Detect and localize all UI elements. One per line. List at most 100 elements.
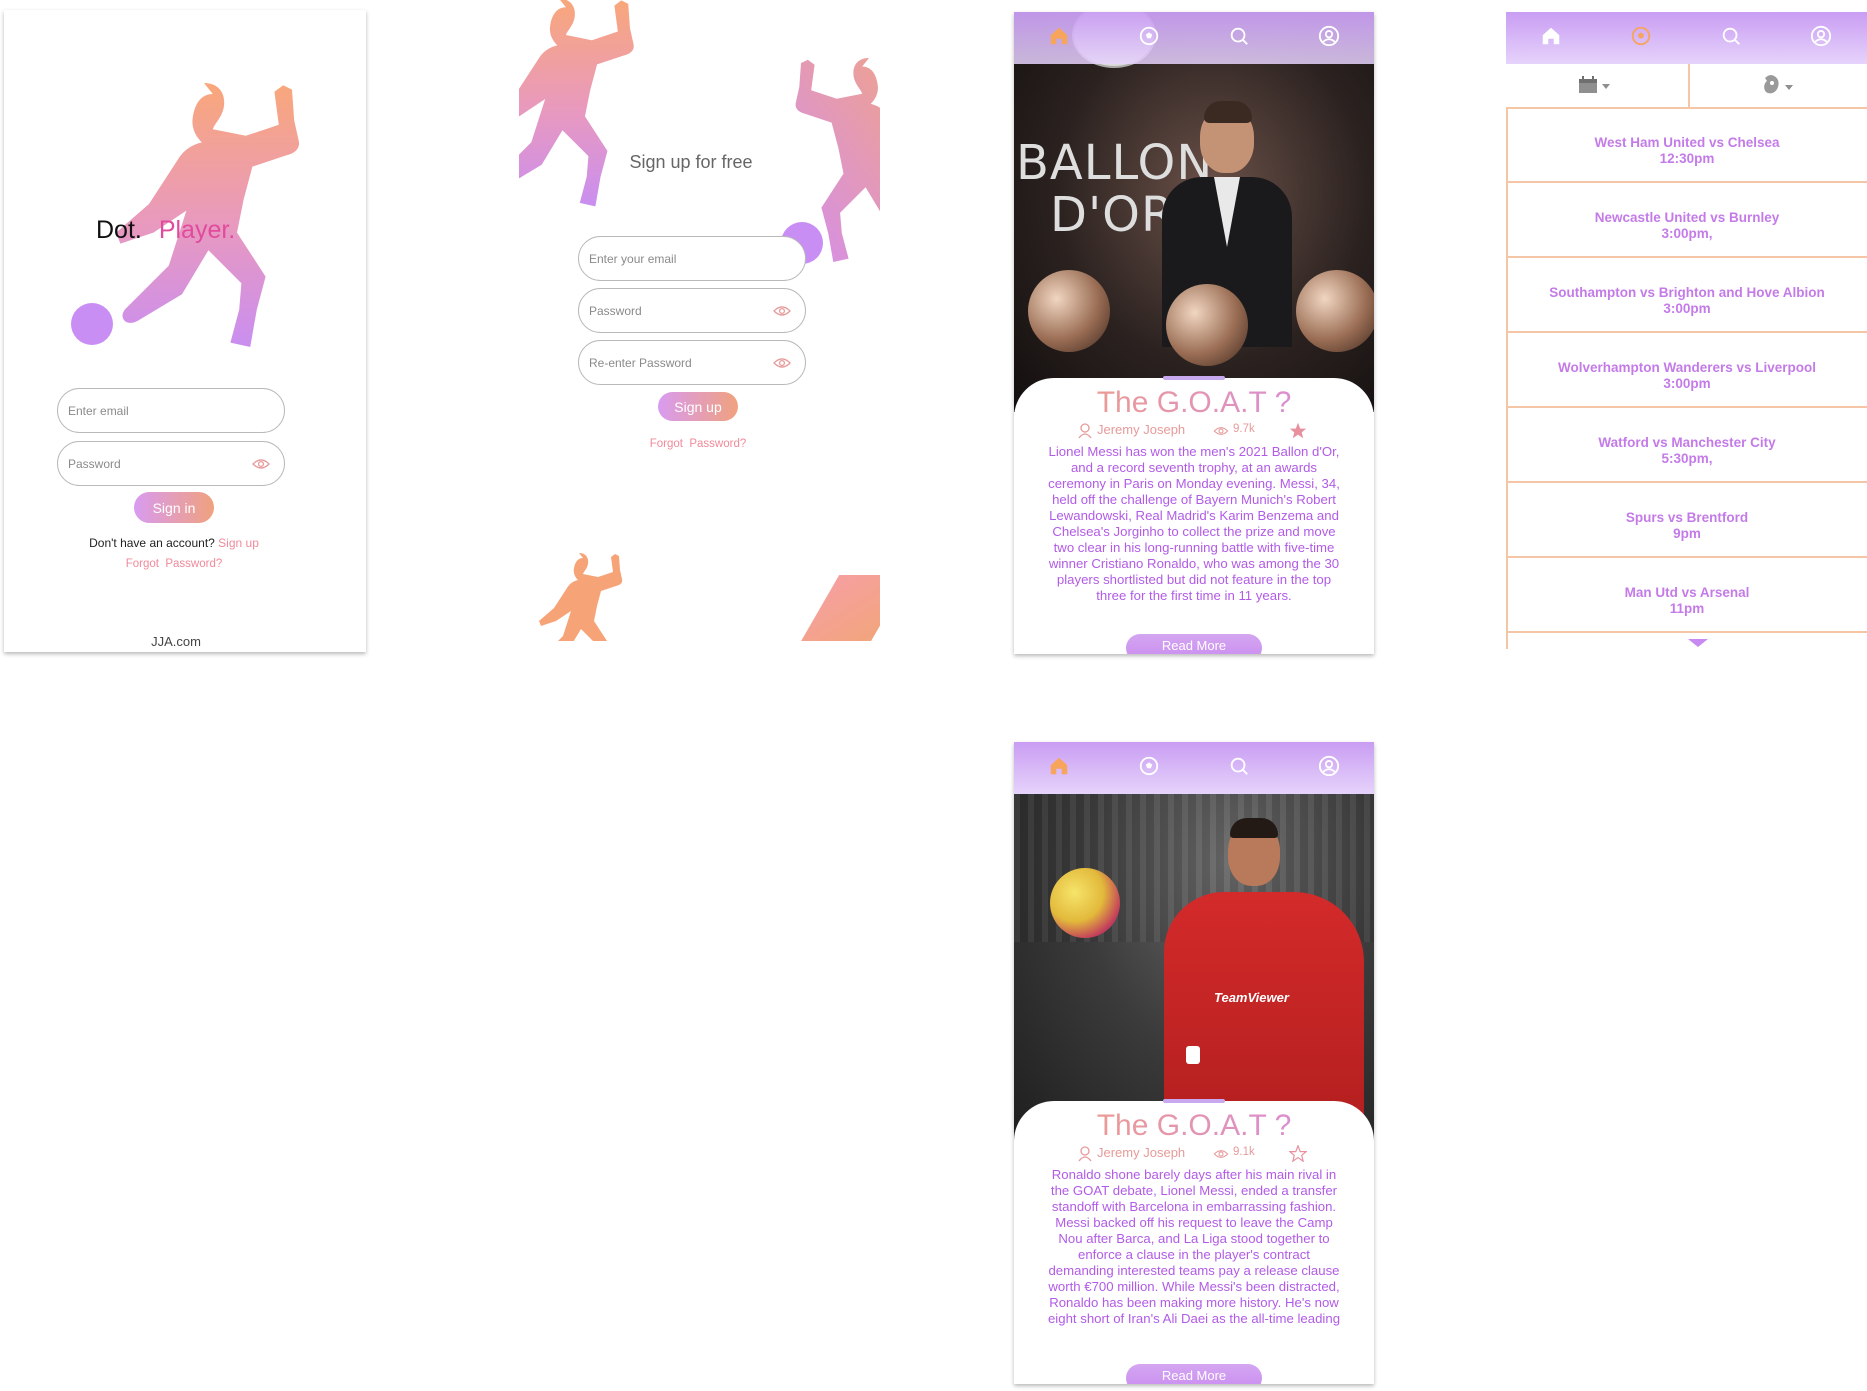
- signup-reenter-placeholder: Re-enter Password: [589, 355, 692, 370]
- article-body: Lionel Messi has won the men's 2021 Ball…: [1048, 444, 1340, 603]
- match-time: 12:30pm: [1659, 151, 1715, 166]
- match-teams: Southampton vs Brighton and Hove Albion: [1549, 285, 1825, 300]
- calendar-filter[interactable]: [1578, 76, 1611, 99]
- match-row[interactable]: West Ham United vs Chelsea 12:30pm: [1506, 109, 1867, 183]
- article-screen-ronaldo: TeamViewer The G.O.A.T ? Jeremy Joseph 9…: [1014, 742, 1374, 1384]
- read-more-button[interactable]: Read More: [1126, 1364, 1262, 1384]
- login-screen: Dot. Player. Enter email Password Sign i…: [4, 10, 366, 652]
- match-row[interactable]: Southampton vs Brighton and Hove Albion 3…: [1506, 259, 1867, 333]
- photo-ball: [1050, 868, 1120, 938]
- brand-word-player: Player.: [158, 216, 236, 244]
- signup-password-field[interactable]: Password: [578, 288, 806, 333]
- match-time: 9pm: [1673, 526, 1701, 541]
- orange-shape-bottom-right: [798, 575, 880, 641]
- fixtures-screen: West Ham United vs Chelsea 12:30pm Newcas…: [1506, 12, 1867, 652]
- match-row[interactable]: Spurs vs Brentford 9pm: [1506, 484, 1867, 558]
- football-icon[interactable]: [1630, 25, 1652, 47]
- sign-in-button[interactable]: Sign in: [134, 492, 214, 523]
- match-row[interactable]: Wolverhampton Wanderers vs Liverpool 3:00…: [1506, 334, 1867, 408]
- views-count: 9.1k: [1233, 1146, 1255, 1158]
- signup-reenter-field[interactable]: Re-enter Password: [578, 340, 806, 385]
- home-icon[interactable]: [1048, 755, 1070, 777]
- jersey-sponsor: TeamViewer: [1214, 990, 1289, 1005]
- filter-bar: [1506, 64, 1867, 109]
- password-placeholder: Password: [68, 456, 121, 471]
- profile-icon[interactable]: [1810, 25, 1832, 47]
- top-nav-bar: [1014, 742, 1374, 794]
- sign-up-button[interactable]: Sign up: [658, 392, 738, 421]
- views-count: 9.7k: [1233, 423, 1255, 435]
- star-outline-icon[interactable]: [1289, 1145, 1307, 1162]
- sign-up-link[interactable]: Sign up: [218, 536, 259, 550]
- chevron-down-icon: [1785, 85, 1794, 90]
- match-row[interactable]: Newcastle United vs Burnley 3:00pm,: [1506, 184, 1867, 258]
- match-time: 3:00pm: [1663, 376, 1711, 391]
- home-icon[interactable]: [1540, 25, 1562, 47]
- signup-screen: Sign up for free Enter your email Passwo…: [519, 0, 880, 641]
- profile-icon[interactable]: [1318, 25, 1340, 47]
- eye-icon[interactable]: [773, 305, 791, 317]
- author-name[interactable]: Jeremy Joseph: [1097, 422, 1185, 437]
- search-icon[interactable]: [1228, 25, 1250, 47]
- no-account-text: Don't have an account?: [89, 536, 215, 550]
- signup-email-field[interactable]: Enter your email: [578, 236, 806, 281]
- match-row[interactable]: Man Utd vs Arsenal 11pm: [1506, 559, 1867, 633]
- forgot-password-link[interactable]: Forgot Password?: [4, 558, 344, 570]
- email-placeholder: Enter email: [68, 403, 129, 418]
- eye-icon[interactable]: [773, 357, 791, 369]
- player-silhouette-graphic: [94, 65, 314, 365]
- scroll-down-chevron-icon[interactable]: [1688, 639, 1708, 649]
- author-name[interactable]: Jeremy Joseph: [1097, 1145, 1185, 1160]
- search-icon[interactable]: [1228, 755, 1250, 777]
- brand-word-dot: Dot.: [96, 216, 142, 244]
- match-time: 11pm: [1669, 601, 1705, 616]
- brand-logo: Dot. Player.: [96, 216, 235, 245]
- no-account-line: Don't have an account? Sign up: [4, 536, 344, 550]
- eye-icon[interactable]: [252, 458, 270, 470]
- views-icon: [1213, 427, 1229, 435]
- calendar-icon: [1579, 76, 1597, 93]
- article-meta: Jeremy Joseph 9.1k: [1014, 1145, 1374, 1165]
- photo-golden-ball-1: [1028, 270, 1110, 352]
- player-silhouette-bottom-left: [519, 548, 639, 641]
- match-teams: West Ham United vs Chelsea: [1594, 135, 1780, 150]
- article-photo: TeamViewer: [1014, 742, 1374, 1152]
- ball-graphic: [71, 303, 113, 345]
- views-icon: [1213, 1150, 1229, 1158]
- forgot-password-link[interactable]: Forgot Password?: [519, 438, 877, 450]
- star-filled-icon[interactable]: [1289, 422, 1307, 439]
- match-teams: Man Utd vs Arsenal: [1624, 585, 1750, 600]
- match-time: 3:00pm,: [1661, 226, 1713, 241]
- match-teams: Spurs vs Brentford: [1625, 510, 1749, 525]
- profile-icon[interactable]: [1318, 755, 1340, 777]
- left-border-line: [1506, 109, 1508, 649]
- author-icon: [1078, 1146, 1092, 1162]
- league-filter[interactable]: [1761, 74, 1794, 101]
- article-screen-messi: BALLON D'OR The G.O.A.T ? Jeremy Joseph …: [1014, 12, 1374, 654]
- card-handle[interactable]: [1163, 376, 1225, 380]
- league-icon: [1764, 75, 1779, 94]
- search-icon[interactable]: [1720, 25, 1742, 47]
- article-card: The G.O.A.T ? Jeremy Joseph 9.1k Ronaldo…: [1014, 1099, 1374, 1384]
- read-more-button[interactable]: Read More: [1126, 634, 1262, 654]
- footer-domain: JJA.com: [151, 634, 201, 649]
- card-handle[interactable]: [1163, 1099, 1225, 1103]
- match-row[interactable]: Watford vs Manchester City 5:30pm,: [1506, 409, 1867, 483]
- article-photo: BALLON D'OR: [1014, 12, 1374, 412]
- filter-divider: [1688, 64, 1690, 107]
- signup-heading: Sign up for free: [629, 152, 753, 172]
- match-teams: Watford vs Manchester City: [1598, 435, 1776, 450]
- photo-golden-ball-2: [1166, 284, 1248, 366]
- email-field[interactable]: Enter email: [57, 388, 285, 433]
- top-nav-bar: [1014, 12, 1374, 64]
- article-card: The G.O.A.T ? Jeremy Joseph 9.7k Lionel …: [1014, 376, 1374, 654]
- article-title: The G.O.A.T ?: [1014, 1109, 1374, 1143]
- home-icon[interactable]: [1048, 25, 1070, 47]
- chevron-down-icon: [1602, 84, 1611, 89]
- match-teams: Wolverhampton Wanderers vs Liverpool: [1557, 360, 1817, 375]
- football-icon[interactable]: [1138, 25, 1160, 47]
- football-icon[interactable]: [1138, 755, 1160, 777]
- match-teams: Newcastle United vs Burnley: [1594, 210, 1780, 225]
- password-field[interactable]: Password: [57, 441, 285, 486]
- article-body: Ronaldo shone barely days after his main…: [1047, 1167, 1341, 1326]
